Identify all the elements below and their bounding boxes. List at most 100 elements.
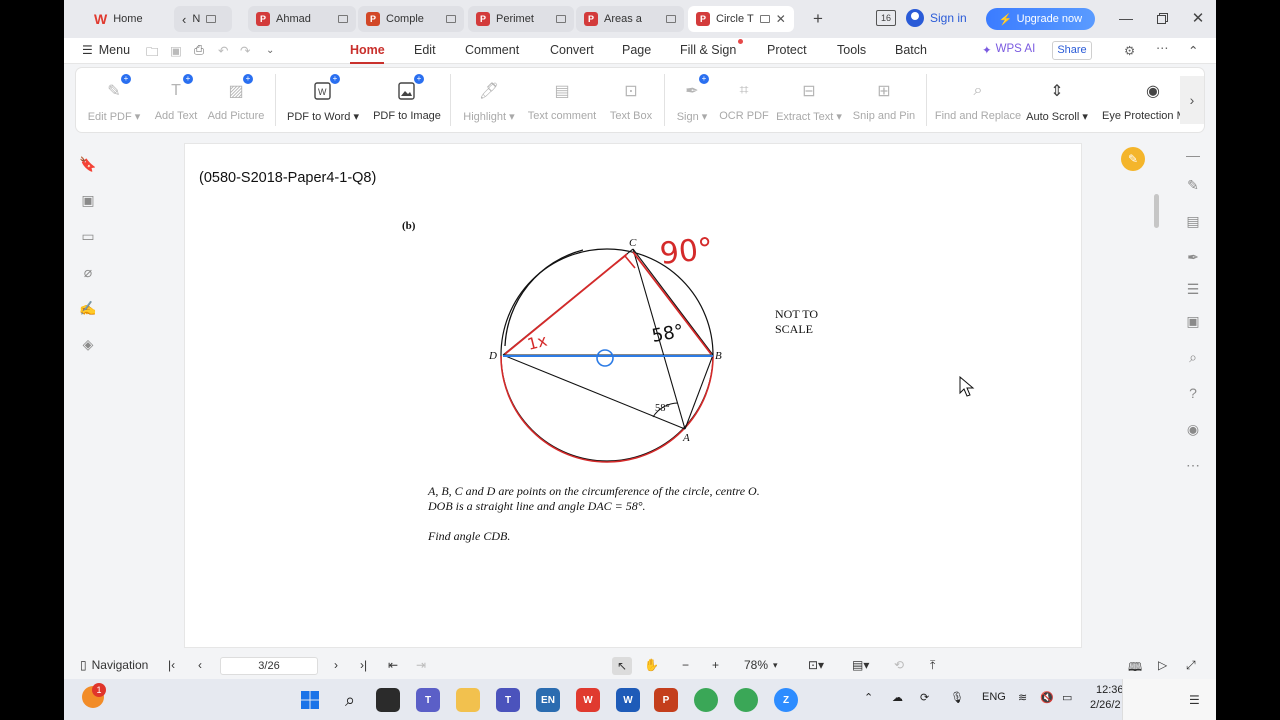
page-layout-icon[interactable]: ▤▾: [852, 658, 869, 672]
main-menu-button[interactable]: ☰ Menu: [82, 43, 130, 57]
text-comment-button[interactable]: ▤ Text comment: [526, 68, 598, 132]
fullscreen-icon[interactable]: ⤢: [1186, 658, 1196, 673]
chrome-profile-icon[interactable]: [734, 688, 758, 712]
menu-batch[interactable]: Batch: [895, 43, 927, 57]
help-icon[interactable]: ?: [1184, 384, 1202, 402]
more-options-icon[interactable]: ⋯: [1156, 40, 1169, 55]
battery-icon[interactable]: ▭: [1062, 691, 1072, 704]
pdf-to-word-button[interactable]: W + PDF to Word ▾: [284, 68, 362, 132]
word-icon[interactable]: W: [616, 688, 640, 712]
sign-in-button[interactable]: Sign in: [906, 9, 967, 27]
tab-home[interactable]: W Home: [86, 6, 174, 32]
tab-perimet[interactable]: P Perimet: [468, 6, 574, 32]
eye-protection-button[interactable]: ◉ Eye Protection M: [1096, 68, 1182, 132]
previous-page-icon[interactable]: ‹: [198, 658, 202, 672]
thumbnail-icon[interactable]: ▣: [80, 192, 96, 208]
fill-sign-tool-icon[interactable]: ✒: [1184, 248, 1202, 266]
highlight-button[interactable]: 🖊 Highlight ▾: [458, 68, 520, 132]
zoom-out-icon[interactable]: −: [682, 658, 689, 672]
add-text-button[interactable]: T + Add Text: [148, 68, 204, 132]
layers-icon[interactable]: ◈: [80, 336, 96, 352]
notification-center-icon[interactable]: ☰: [1189, 693, 1200, 707]
snip-and-pin-button[interactable]: ⊞ Snip and Pin: [852, 68, 916, 132]
settings-gear-icon[interactable]: ⚙: [1124, 43, 1135, 58]
ribbon-scroll-right-icon[interactable]: ›: [1180, 76, 1204, 124]
find-and-replace-button[interactable]: ⌕ Find and Replace: [935, 68, 1021, 132]
signature-panel-icon[interactable]: ✍: [79, 300, 96, 316]
zoom-app-icon[interactable]: Z: [774, 688, 798, 712]
sync-icon[interactable]: ⟳: [920, 691, 929, 704]
add-picture-button[interactable]: ▨ + Add Picture: [206, 68, 266, 132]
zoom-in-icon[interactable]: +: [712, 658, 719, 672]
page-number-input[interactable]: 3/26: [220, 657, 318, 675]
print-icon[interactable]: ⎙: [194, 43, 204, 58]
fit-page-icon[interactable]: ⊡▾: [808, 658, 824, 672]
powerpoint-icon[interactable]: P: [654, 688, 678, 712]
upgrade-now-button[interactable]: ⚡ Upgrade now: [986, 8, 1095, 30]
reading-mode-icon[interactable]: 🕮: [1128, 658, 1142, 679]
pdf-to-image-button[interactable]: + PDF to Image: [368, 68, 446, 132]
document-tool-icon[interactable]: ▤: [1184, 212, 1202, 230]
extract-text-button[interactable]: ⊟ Extract Text ▾: [776, 68, 842, 132]
minimize-window-button[interactable]: —: [1116, 8, 1136, 28]
collapse-ribbon-icon[interactable]: ⌃: [1188, 43, 1198, 58]
hand-tool-icon[interactable]: ✋: [644, 658, 659, 672]
wps-ai-button[interactable]: ✦ WPS AI: [982, 43, 1035, 57]
teams-icon[interactable]: T: [416, 688, 440, 712]
clock-time[interactable]: 12:36: [1096, 684, 1124, 696]
select-tool-icon[interactable]: ↖: [612, 657, 632, 675]
menu-edit[interactable]: Edit: [414, 43, 436, 57]
scrollbar-thumb[interactable]: [1154, 194, 1159, 228]
windows-start-icon[interactable]: [298, 688, 322, 712]
export-icon[interactable]: ⤒: [930, 658, 935, 673]
comment-panel-icon[interactable]: ▭: [80, 228, 96, 244]
chevron-down-icon[interactable]: ⌄: [266, 45, 274, 56]
bookmark-icon[interactable]: 🔖: [79, 156, 96, 172]
edit-pdf-button[interactable]: ✎ + Edit PDF ▾: [86, 68, 142, 132]
menu-home[interactable]: Home: [350, 43, 385, 57]
tab-ahmad[interactable]: P Ahmad: [248, 6, 356, 32]
go-back-icon[interactable]: ⇤: [388, 658, 398, 672]
tab-previous[interactable]: ‹ N: [174, 6, 232, 32]
menu-fill-sign[interactable]: Fill & Sign: [680, 43, 736, 57]
clock-date[interactable]: 2/26/2: [1090, 699, 1121, 711]
tab-areas[interactable]: P Areas a: [576, 6, 684, 32]
task-view-icon[interactable]: [376, 688, 400, 712]
redo-icon[interactable]: ↷: [240, 43, 250, 58]
search-taskbar-icon[interactable]: ⌕: [338, 688, 362, 712]
outline-tool-icon[interactable]: ☰: [1184, 280, 1202, 298]
new-tab-button[interactable]: +: [808, 9, 828, 29]
menu-tools[interactable]: Tools: [837, 43, 866, 57]
close-tab-icon[interactable]: ✕: [776, 12, 786, 26]
rotate-icon[interactable]: ⟲: [894, 658, 904, 672]
attachment-icon[interactable]: ⌀: [80, 264, 96, 280]
zoom-level-dropdown[interactable]: 78% ▾: [744, 658, 778, 672]
next-page-icon[interactable]: ›: [334, 658, 338, 672]
more-tools-icon[interactable]: ⋯: [1184, 456, 1202, 474]
share-button[interactable]: Share: [1052, 41, 1092, 60]
language-app-icon[interactable]: EN: [536, 688, 560, 712]
undo-icon[interactable]: ↶: [218, 43, 228, 58]
wps-office-taskbar-icon[interactable]: W: [576, 688, 600, 712]
open-folder-icon[interactable]: 🗀: [146, 43, 159, 64]
image-tool-icon[interactable]: ▣: [1184, 312, 1202, 330]
play-slideshow-icon[interactable]: ▷: [1158, 658, 1167, 672]
auto-scroll-button[interactable]: ⇕ Auto Scroll ▾: [1024, 68, 1090, 132]
tab-comple[interactable]: P Comple: [358, 6, 464, 32]
navigation-button[interactable]: ▯ Navigation: [80, 658, 148, 672]
tab-circle-theorems[interactable]: P Circle T ✕: [688, 6, 794, 32]
eye-protection-side-icon[interactable]: ◉: [1184, 420, 1202, 438]
input-language[interactable]: ENG: [982, 691, 1006, 703]
menu-protect[interactable]: Protect: [767, 43, 807, 57]
collapse-panel-icon[interactable]: —: [1184, 146, 1202, 164]
menu-convert[interactable]: Convert: [550, 43, 594, 57]
text-box-button[interactable]: ⊡ Text Box: [602, 68, 660, 132]
chrome-icon[interactable]: [694, 688, 718, 712]
volume-muted-icon[interactable]: 🔇: [1040, 691, 1054, 704]
microphone-icon[interactable]: 🎙: [950, 691, 964, 704]
tray-overflow-icon[interactable]: ⌃: [864, 691, 873, 704]
ocr-pdf-button[interactable]: ⌗ OCR PDF: [716, 68, 772, 132]
edit-tool-icon[interactable]: ✎: [1184, 176, 1202, 194]
restore-window-button[interactable]: [1152, 8, 1172, 28]
wifi-icon[interactable]: ≋: [1018, 691, 1027, 704]
